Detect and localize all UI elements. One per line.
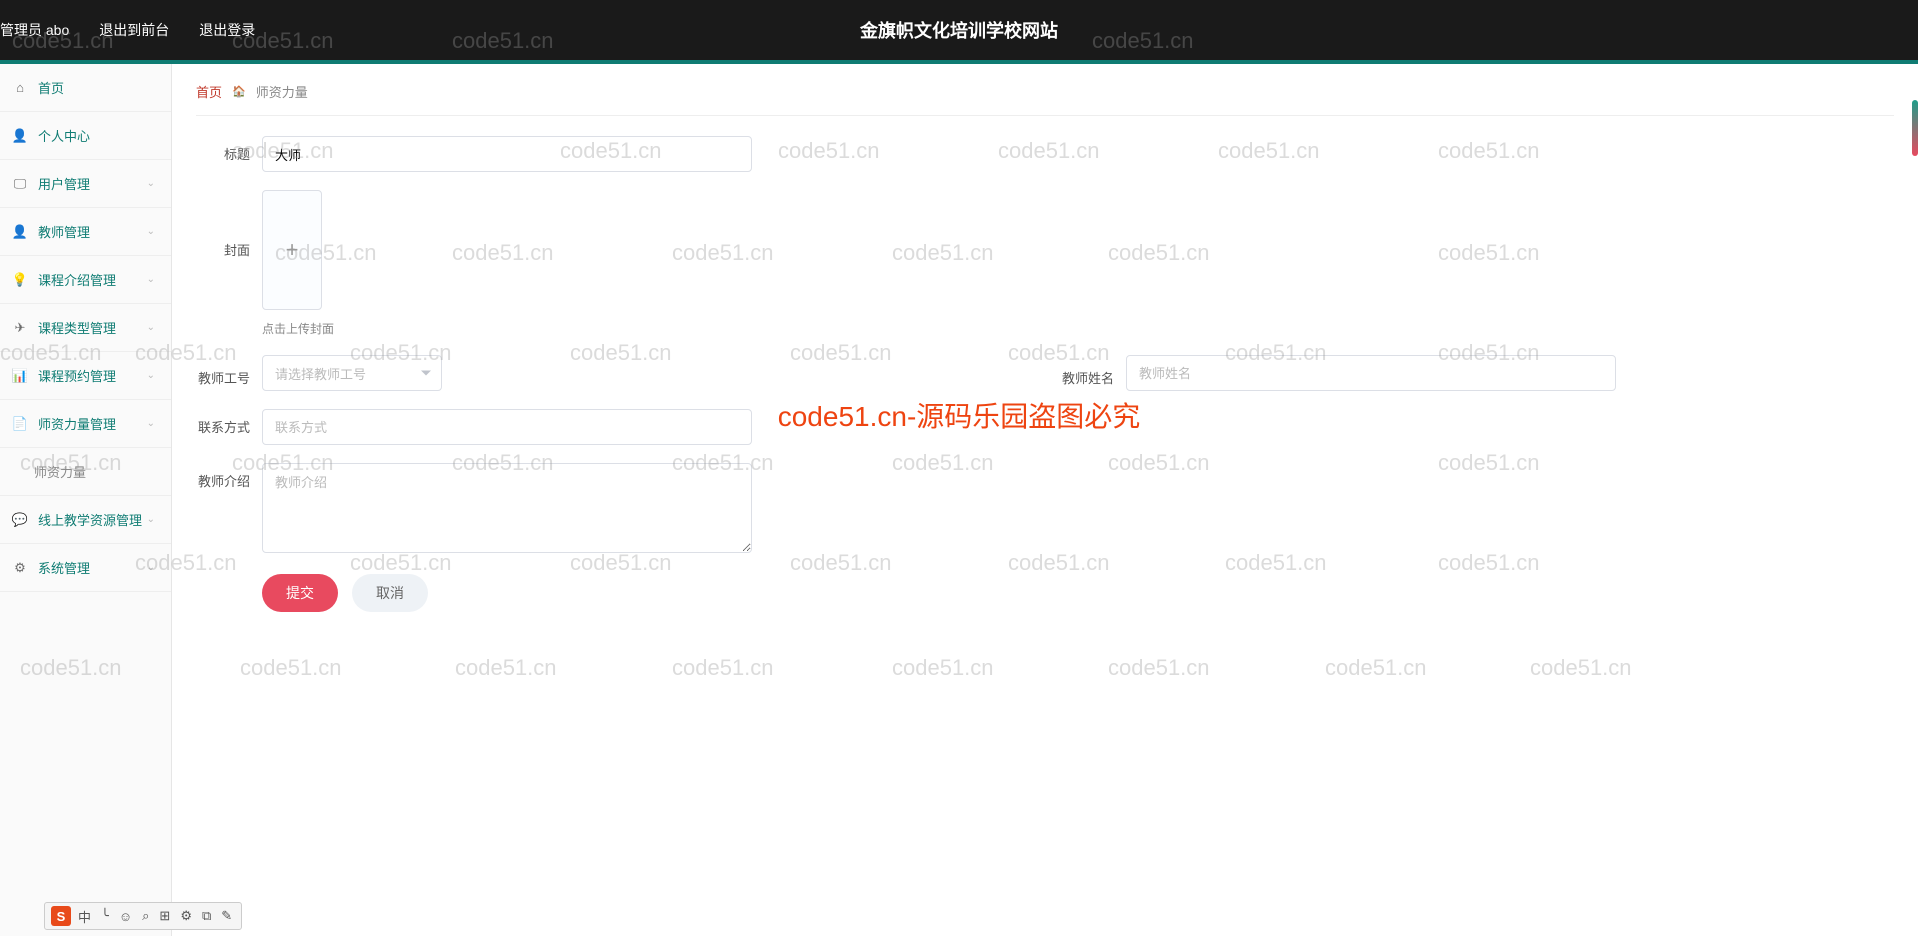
submit-button[interactable]: 提交 (262, 574, 338, 612)
breadcrumb-separator-icon: 🏠 (232, 85, 246, 98)
sidebar-item-label: 首页 (38, 78, 159, 97)
teacher-id-select[interactable]: 请选择教师工号 (262, 355, 442, 391)
sidebar-item-teacher-mgmt[interactable]: 👤 教师管理 ⌄ (0, 208, 171, 256)
chevron-down-icon: ⌄ (147, 322, 155, 333)
sidebar-item-course-booking-mgmt[interactable]: 📊 课程预约管理 ⌄ (0, 352, 171, 400)
ime-keyboard-icon[interactable]: ⊞ (156, 908, 173, 924)
scroll-indicator (1912, 100, 1918, 156)
sidebar-item-label: 个人中心 (38, 126, 159, 145)
ime-tool-icon[interactable]: ✎ (218, 908, 235, 924)
sidebar: ⌂ 首页 👤 个人中心 🖵 用户管理 ⌄ 👤 教师管理 ⌄ 💡 课程介绍管理 ⌄… (0, 64, 172, 936)
chevron-down-icon: ⌄ (147, 514, 155, 525)
sidebar-item-label: 课程介绍管理 (38, 270, 147, 289)
ime-settings-icon[interactable]: ⚙ (177, 908, 195, 924)
sidebar-item-label: 系统管理 (38, 558, 147, 577)
sidebar-item-profile[interactable]: 👤 个人中心 (0, 112, 171, 160)
admin-label[interactable]: 管理员 abo (0, 20, 69, 40)
teacher-name-label: 教师姓名 (866, 360, 1126, 387)
teacher-id-label: 教师工号 (196, 360, 262, 387)
cover-upload-hint: 点击上传封面 (262, 320, 1894, 337)
sidebar-item-home[interactable]: ⌂ 首页 (0, 64, 171, 112)
cover-label: 封面 (196, 190, 262, 259)
teacher-name-input[interactable] (1126, 355, 1616, 391)
monitor-icon: 🖵 (12, 176, 28, 192)
breadcrumb: 首页 🏠 师资力量 (196, 82, 1894, 116)
ime-toolbar[interactable]: S 中 ╰ ☺ ⌕ ⊞ ⚙ ⧉ ✎ (44, 902, 242, 930)
sidebar-item-system-mgmt[interactable]: ⚙ 系统管理 ⌄ (0, 544, 171, 592)
chat-icon: 💬 (12, 512, 28, 528)
doc-icon: 📄 (12, 416, 28, 432)
plus-icon: + (286, 237, 299, 263)
send-icon: ✈ (12, 320, 28, 336)
ime-badge-icon[interactable]: S (51, 906, 71, 926)
sidebar-item-label: 课程预约管理 (38, 366, 147, 385)
contact-input[interactable] (262, 409, 752, 445)
sidebar-item-user-mgmt[interactable]: 🖵 用户管理 ⌄ (0, 160, 171, 208)
sidebar-item-label: 师资力量 (34, 462, 159, 481)
chevron-down-icon: ⌄ (147, 274, 155, 285)
sidebar-item-course-type-mgmt[interactable]: ✈ 课程类型管理 ⌄ (0, 304, 171, 352)
bars-icon: 📊 (12, 368, 28, 384)
app-header: 金旗帜文化培训学校网站 管理员 abo 退出到前台 退出登录 (0, 0, 1918, 60)
chevron-down-icon: ⌄ (147, 562, 155, 573)
chevron-down-icon: ⌄ (147, 226, 155, 237)
sidebar-item-label: 教师管理 (38, 222, 147, 241)
logout-front-link[interactable]: 退出到前台 (99, 20, 169, 40)
breadcrumb-home[interactable]: 首页 (196, 82, 222, 101)
sidebar-item-label: 用户管理 (38, 174, 147, 193)
chevron-down-icon: ⌄ (147, 178, 155, 189)
main-content: 首页 🏠 师资力量 标题 封面 + 点击上传封面 (172, 64, 1918, 936)
faculty-form: 标题 封面 + 点击上传封面 教师工号 (196, 116, 1894, 612)
ime-skin-icon[interactable]: ⧉ (199, 908, 214, 924)
chevron-down-icon: ⌄ (147, 418, 155, 429)
bulb-icon: 💡 (12, 272, 28, 288)
logout-link[interactable]: 退出登录 (199, 20, 255, 40)
chevron-down-icon: ⌄ (147, 370, 155, 381)
ime-mic-icon[interactable]: ⌕ (139, 908, 152, 924)
select-placeholder: 请选择教师工号 (275, 364, 366, 383)
ime-emoji-icon[interactable]: ☺ (116, 909, 135, 924)
gear-icon: ⚙ (12, 560, 28, 576)
ime-punct-icon[interactable]: ╰ (98, 908, 112, 924)
ime-lang-toggle[interactable]: 中 (75, 907, 94, 926)
sidebar-item-label: 课程类型管理 (38, 318, 147, 337)
app-title: 金旗帜文化培训学校网站 (860, 17, 1058, 43)
person-icon: 👤 (12, 224, 28, 240)
header-actions: 管理员 abo 退出到前台 退出登录 (0, 20, 255, 40)
breadcrumb-current: 师资力量 (256, 82, 308, 101)
title-label: 标题 (196, 136, 262, 163)
sidebar-item-online-resource-mgmt[interactable]: 💬 线上教学资源管理 ⌄ (0, 496, 171, 544)
sidebar-item-faculty-mgmt[interactable]: 📄 师资力量管理 ⌄ (0, 400, 171, 448)
cover-upload[interactable]: + (262, 190, 322, 310)
title-input[interactable] (262, 136, 752, 172)
sidebar-item-course-intro-mgmt[interactable]: 💡 课程介绍管理 ⌄ (0, 256, 171, 304)
sidebar-item-faculty[interactable]: 师资力量 (0, 448, 171, 496)
intro-textarea[interactable] (262, 463, 752, 553)
home-icon: ⌂ (12, 80, 28, 96)
sidebar-item-label: 师资力量管理 (38, 414, 147, 433)
contact-label: 联系方式 (196, 409, 262, 436)
user-icon: 👤 (12, 128, 28, 144)
sidebar-item-label: 线上教学资源管理 (38, 510, 147, 529)
cancel-button[interactable]: 取消 (352, 574, 428, 612)
intro-label: 教师介绍 (196, 463, 262, 490)
